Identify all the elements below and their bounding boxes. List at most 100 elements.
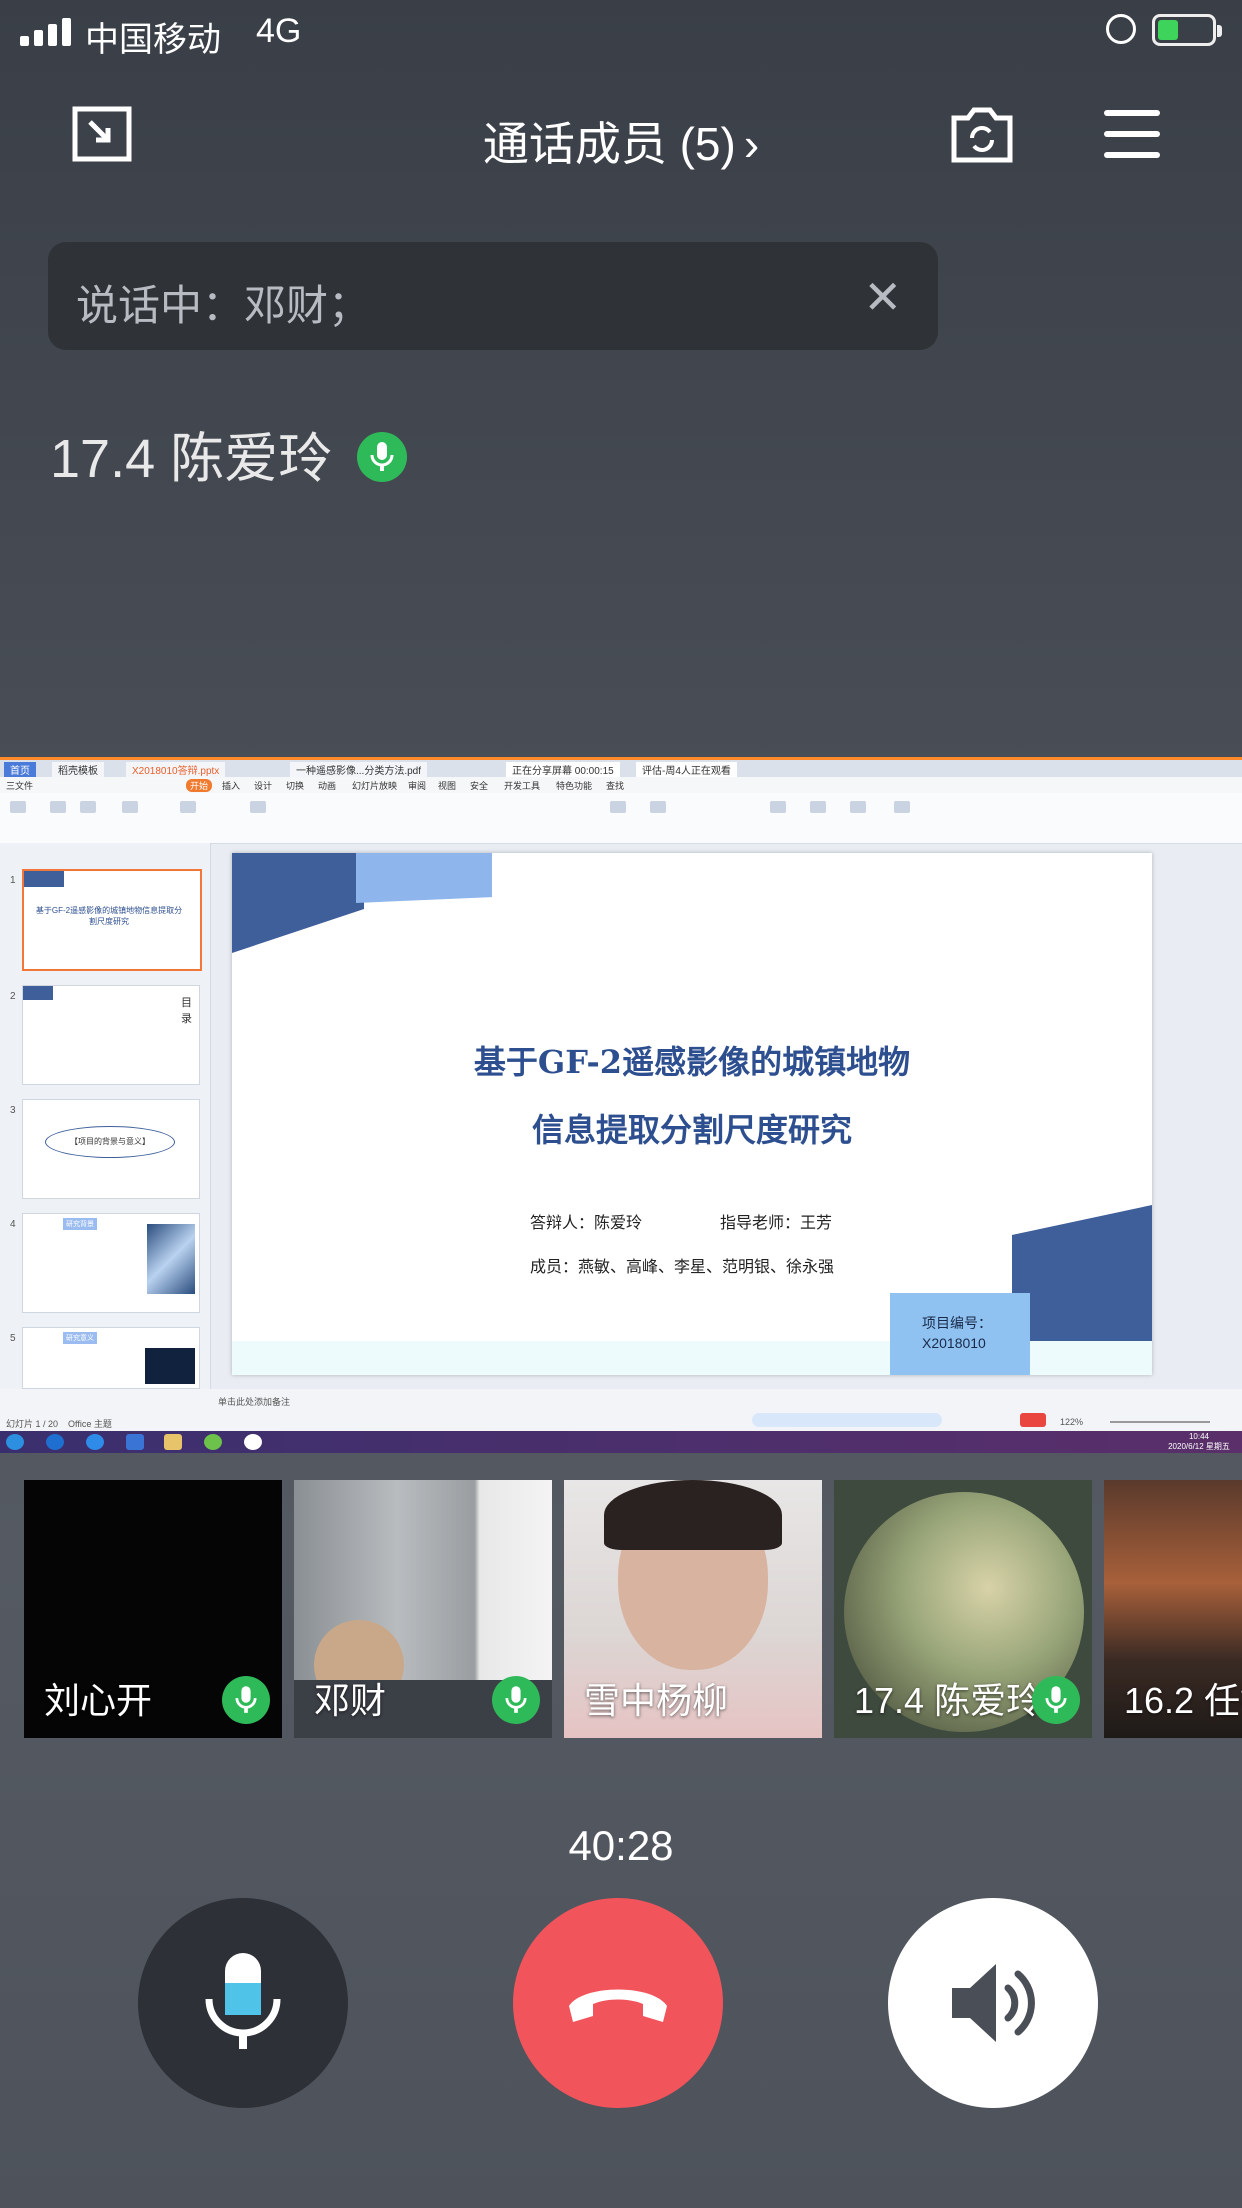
slideshow-icon[interactable] [122,801,138,813]
ie-icon[interactable] [46,1434,64,1450]
select-pane-icon[interactable] [894,801,910,813]
speaker-button[interactable] [888,1898,1098,2108]
textbox-icon[interactable] [610,801,626,813]
assistant-icon[interactable] [770,801,786,813]
zoom-level: 122% [1060,1417,1084,1427]
participant-tile[interactable]: 刘心开 [24,1480,282,1738]
chevron-right-icon: › [743,118,760,170]
presenter-name: 17.4 陈爱玲 [50,429,333,489]
zoom-slider[interactable] [1110,1421,1210,1423]
network-type: 4G [256,12,302,50]
ribbon-item[interactable]: 特色功能 [556,779,592,792]
ribbon-toolbar [0,793,1242,844]
browser-icon[interactable] [86,1434,104,1450]
ribbon-item[interactable]: 插入 [222,779,240,792]
app-icon[interactable] [204,1434,222,1450]
slide-advisor: 指导老师：王芳 [720,1213,833,1232]
presentation-tool-icon[interactable] [810,801,826,813]
participant-name: 雪中杨柳 [584,1680,729,1721]
ribbon-item[interactable]: 审阅 [408,779,426,792]
participant-name: 邓财 [314,1680,387,1721]
ribbon-item[interactable]: 视图 [438,779,456,792]
microphone-icon [492,1676,540,1724]
tab-home[interactable]: 首页 [4,762,36,778]
new-slide-icon[interactable] [180,801,196,813]
slide-count: 幻灯片 1 / 20 [6,1419,59,1429]
microphone-icon [1032,1676,1080,1724]
participant-name: 17.4 陈爱玲 [854,1680,1043,1721]
ribbon-item[interactable]: 开始 [186,779,213,792]
slide-thumbnail[interactable]: 目录 [22,985,200,1085]
app-tab-bar: 首页 稻壳模板 X2018010答辩.pptx 一种遥感影像...分类方法.pd… [0,757,1242,778]
format-painter-icon[interactable] [80,801,96,813]
meeting-app-icon[interactable] [244,1434,262,1450]
microphone-icon [205,1953,281,2049]
ribbon-menu: 三文件 开始 插入 设计 切换 动画 幻灯片放映 审阅 视图 安全 开发工具 特… [0,777,1242,793]
call-members-label[interactable]: 通话成员 (5) [483,118,736,170]
ribbon-item[interactable]: 幻灯片放映 [352,779,397,792]
hang-up-button[interactable] [513,1898,723,2108]
paste-icon[interactable] [10,801,26,813]
participant-tile[interactable]: 16.2 任钰 [1104,1480,1242,1738]
clock-date: 2020/6/12 星期五 [1168,1442,1230,1451]
cut-icon[interactable] [50,801,66,813]
current-slide[interactable]: 基于GF-2遥感影像的城镇地物 信息提取分割尺度研究 答辩人：陈爱玲 指导老师：… [232,853,1152,1375]
slide-defender: 答辩人：陈爱玲 [530,1213,643,1232]
menu-icon[interactable] [1104,110,1160,158]
call-duration: 40:28 [568,1822,674,1869]
speaking-banner: 说话中：邓财； ✕ [48,242,938,350]
notes-placeholder[interactable]: 单击此处添加备注 [218,1395,290,1408]
shared-screen[interactable]: 首页 稻壳模板 X2018010答辩.pptx 一种遥感影像...分类方法.pd… [0,757,1242,1453]
replace-icon[interactable] [850,801,866,813]
wps-icon[interactable] [126,1434,144,1450]
ribbon-item[interactable]: 开发工具 [504,779,540,792]
microphone-icon [222,1676,270,1724]
participant-name: 16.2 任钰 [1124,1680,1242,1721]
ribbon-item[interactable]: 安全 [470,779,488,792]
tab-pptx[interactable]: X2018010答辩.pptx [126,762,226,778]
phone-hangup-icon [569,1989,667,2022]
slide-thumbnail[interactable]: 基于GF-2遥感影像的城镇地物信息提取分割尺度研究 [22,869,202,971]
ribbon-item[interactable]: 动画 [318,779,336,792]
ribbon-item[interactable]: 设计 [254,779,272,792]
battery-icon [1152,14,1222,46]
participant-tile[interactable]: 邓财 [294,1480,552,1738]
slide-thumbnail-panel: 1 基于GF-2遥感影像的城镇地物信息提取分割尺度研究 2 目录 3 【项目的背… [0,843,211,1389]
slide-thumbnail[interactable]: 研究背景 [22,1213,200,1313]
play-icon[interactable] [1020,1413,1046,1427]
slide-title-line2: 信息提取分割尺度研究 [531,1111,852,1149]
participant-tile[interactable]: 雪中杨柳 [564,1480,822,1738]
theme-name: Office 主题 [68,1419,112,1429]
slide-thumbnail[interactable]: 【项目的背景与意义】 [22,1099,200,1199]
carrier-name: 中国移动 [85,21,221,59]
slide-title-line1: 基于GF-2遥感影像的城镇地物 [473,1043,911,1081]
switch-camera-icon[interactable] [950,104,1014,164]
windows-taskbar: 10:44 2020/6/12 星期五 [0,1431,1242,1453]
mute-button[interactable] [138,1898,348,2108]
clock-time: 10:44 [1188,1432,1210,1441]
slide-decoration-top [232,853,492,953]
shape-icon[interactable] [650,801,666,813]
close-icon[interactable]: ✕ [863,270,902,324]
tab-template[interactable]: 稻壳模板 [52,762,104,778]
slide-members: 成员：燕敏、高峰、李星、范明银、徐永强 [530,1257,835,1276]
tab-pdf[interactable]: 一种遥感影像...分类方法.pdf [290,762,428,778]
layout-icon[interactable] [250,801,266,813]
folder-icon[interactable] [164,1434,182,1450]
microphone-icon [357,431,408,482]
viewer-note: 评估-周4人正在观看 [636,762,737,778]
floating-toolbar[interactable] [752,1413,942,1427]
speaker-icon [952,1964,1035,2042]
ribbon-item[interactable]: 切换 [286,779,304,792]
ribbon-item[interactable]: 三文件 [6,779,33,792]
project-box: 项目编号： X2018010 [890,1293,1030,1375]
app-status-bar: 单击此处添加备注 幻灯片 1 / 20 Office 主题 122% [0,1389,1242,1431]
call-members-title[interactable]: 通话成员 (5) › [0,108,1242,174]
presenter-label: 17.4 陈爱玲 [50,414,408,493]
participant-name: 刘心开 [44,1680,153,1721]
slide-thumbnail[interactable]: 研究意义 [22,1327,200,1389]
ribbon-item[interactable]: 查找 [606,779,624,792]
participant-tile[interactable]: 17.4 陈爱玲 [834,1480,1092,1738]
call-top-bar: 通话成员 (5) › [0,80,1242,190]
start-icon[interactable] [6,1434,24,1450]
